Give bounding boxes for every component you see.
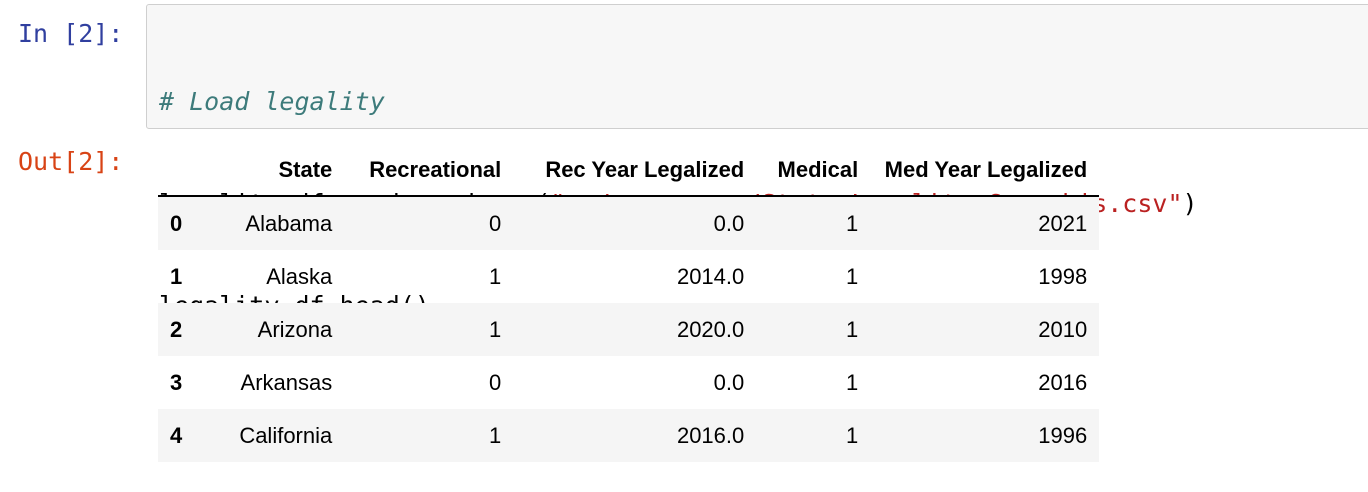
table-cell: 1 [489, 422, 502, 448]
table-row: 0 Alabama 0 0.0 1 2021 [158, 196, 1100, 250]
table-cell: 1 [846, 263, 859, 289]
code-comment: # Load legality [159, 87, 385, 116]
column-header: Medical [756, 145, 871, 197]
table-cell: Alaska [266, 263, 333, 289]
table-cell: 2010 [1038, 316, 1088, 342]
row-index: 3 [170, 369, 183, 395]
table-row: 1 Alaska 1 2014.0 1 1998 [158, 250, 1099, 303]
table-row: 4 California 1 2016.0 1 1996 [158, 409, 1100, 462]
table-cell: California [239, 422, 333, 448]
column-header: Med Year Legalized [870, 145, 1100, 197]
table-cell: 2014.0 [676, 263, 745, 289]
row-index: 4 [170, 422, 183, 448]
table-cell: 2016.0 [676, 422, 745, 448]
code-close-paren: ) [1182, 189, 1198, 218]
input-prompt: In [2]: [18, 19, 124, 48]
table-cell: 1 [846, 316, 859, 342]
table-cell: 2016 [1038, 369, 1088, 395]
table-cell: 1998 [1038, 263, 1088, 289]
table-cell: 0.0 [713, 210, 745, 236]
table-header-row: State Recreational Rec Year Legalized Me… [158, 145, 1100, 197]
output-area: State Recreational Rec Year Legalized Me… [158, 145, 1100, 462]
table-cell: 0 [489, 210, 502, 236]
table-cell: Arizona [257, 316, 333, 342]
code-input-area[interactable]: # Load legality legality_df = pd.read_cs… [146, 4, 1368, 320]
table-cell: 1 [846, 369, 859, 395]
table-cell: 1 [489, 316, 502, 342]
table-row: 3 Arkansas 0 0.0 1 2016 [158, 356, 1099, 409]
table-cell: 0 [489, 369, 502, 395]
table-cell: Alabama [245, 210, 333, 236]
table-cell: 1996 [1038, 422, 1088, 448]
table-cell: 1 [489, 263, 502, 289]
table-row: 2 Arizona 1 2020.0 1 2010 [158, 303, 1100, 356]
table-cell: 2020.0 [676, 316, 745, 342]
row-index: 1 [170, 263, 183, 289]
column-header: State [194, 145, 345, 197]
table-cell: 0.0 [713, 369, 745, 395]
row-index: 2 [170, 316, 183, 342]
table-cell: Arkansas [240, 369, 333, 395]
output-prompt: Out[2]: [18, 147, 124, 176]
index-header [158, 145, 195, 197]
dataframe-table: State Recreational Rec Year Legalized Me… [158, 145, 1100, 462]
table-cell: 2021 [1038, 210, 1088, 236]
table-cell: 1 [846, 422, 859, 448]
code-line-1: # Load legality [159, 85, 1198, 119]
table-cell: 1 [846, 210, 859, 236]
column-header: Rec Year Legalized [513, 145, 757, 197]
column-header: Recreational [344, 145, 514, 197]
row-index: 0 [170, 210, 183, 236]
